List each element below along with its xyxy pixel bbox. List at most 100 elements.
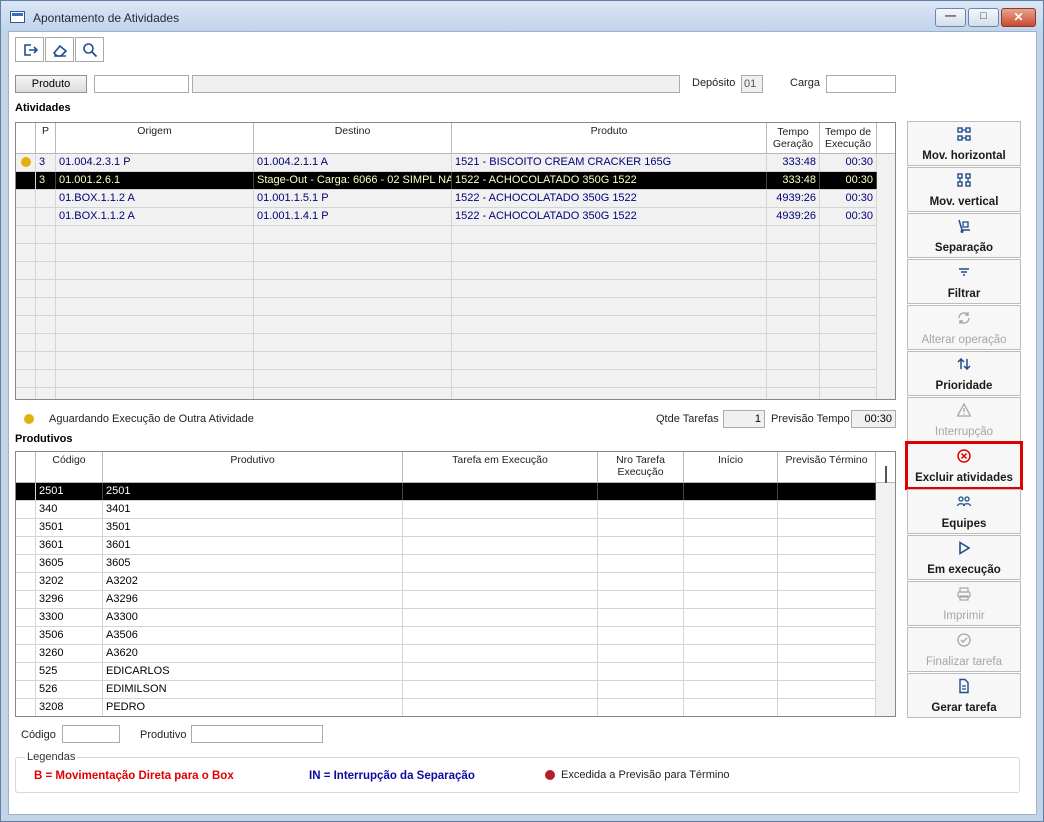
cell-tempo-geracao: 4939:26 [767, 190, 820, 207]
exit-icon [23, 43, 38, 56]
produtivo-row[interactable]: 3601 3601 [16, 537, 876, 555]
cell-p [36, 370, 56, 387]
atividades-title: Atividades [15, 102, 71, 114]
cell-produto: 1522 - ACHOCOLATADO 350G 1522 [452, 172, 767, 189]
filtrar-label: Filtrar [947, 288, 981, 300]
cell-produtivo: 3401 [103, 501, 403, 518]
filtrar-button[interactable]: Filtrar [907, 259, 1021, 304]
imprimir-button[interactable]: Imprimir [907, 581, 1021, 626]
produtivo-row[interactable]: 3501 3501 [16, 519, 876, 537]
cell-tempo-geracao: 333:48 [767, 154, 820, 171]
gerar-tarefa-button[interactable]: Gerar tarefa [907, 673, 1021, 718]
row-indicator [16, 537, 36, 554]
cell-destino [254, 352, 452, 369]
atividade-row[interactable]: 3 01.001.2.6.1 Stage-Out - Carga: 6066 - 0… [16, 172, 877, 190]
col-p[interactable]: P [36, 123, 56, 153]
atividade-row[interactable]: 3 01.004.2.3.1 P 01.004.2.1.1 A 1521 - BISC… [16, 154, 877, 172]
cell-codigo: 3501 [36, 519, 103, 536]
produtivo-row[interactable]: 525 EDICARLOS [16, 663, 876, 681]
separacao-button[interactable]: Separação [907, 213, 1021, 258]
search-button[interactable] [75, 37, 104, 62]
cell-tarefa-execucao [403, 573, 598, 590]
produtivo-row[interactable]: 340 3401 [16, 501, 876, 519]
col-produto[interactable]: Produto [452, 123, 767, 153]
maximize-button[interactable]: □ [968, 8, 999, 27]
produtivo-row[interactable]: 3506 A3506 [16, 627, 876, 645]
empty-row [16, 370, 877, 388]
produtivo-row[interactable]: 3605 3605 [16, 555, 876, 573]
col-nro-tarefa[interactable]: Nro Tarefa Execução [598, 452, 684, 482]
col-tempo-geracao[interactable]: Tempo Geração [767, 123, 820, 153]
cell-nro-tarefa [598, 699, 684, 716]
row-indicator [16, 501, 36, 518]
produtivo-row[interactable]: 3260 A3620 [16, 645, 876, 663]
cell-nro-tarefa [598, 663, 684, 680]
close-button[interactable]: ✕ [1001, 8, 1036, 27]
row-indicator [16, 645, 36, 662]
col-previsao-termino[interactable]: Previsão Término [778, 452, 876, 482]
em-execucao-button[interactable]: Em execução [907, 535, 1021, 580]
col-codigo[interactable]: Código [36, 452, 103, 482]
toolbar [15, 37, 105, 62]
cell-destino: Stage-Out - Carga: 6066 - 02 SIMPL NAO [254, 172, 452, 189]
cell-tempo-geracao: 4939:26 [767, 208, 820, 225]
row-indicator [16, 483, 36, 500]
cell-tarefa-execucao [403, 519, 598, 536]
cell-p [36, 208, 56, 225]
exit-button[interactable] [15, 37, 44, 62]
col-tempo-execucao[interactable]: Tempo de Execução [820, 123, 877, 153]
produto-code-input[interactable] [94, 75, 189, 93]
codigo-input[interactable] [62, 725, 120, 743]
empty-row [16, 316, 877, 334]
row-indicator [16, 208, 36, 225]
equipes-button[interactable]: Equipes [907, 489, 1021, 534]
atividade-row[interactable]: 01.BOX.1.1.2 A 01.001.1.5.1 P 1522 - ACHOC… [16, 190, 877, 208]
previsao-tempo-field: 00:30 [851, 410, 896, 428]
produtivo-row[interactable]: 3208 PEDRO [16, 699, 876, 716]
alterar-operacao-button[interactable]: Alterar operação [907, 305, 1021, 350]
produtivo-row[interactable]: 3296 A3296 [16, 591, 876, 609]
col-destino[interactable]: Destino [254, 123, 452, 153]
finalizar-tarefa-button[interactable]: Finalizar tarefa [907, 627, 1021, 672]
empty-row [16, 244, 877, 262]
produtivo-row[interactable]: 3300 A3300 [16, 609, 876, 627]
cell-nro-tarefa [598, 501, 684, 518]
col-origem[interactable]: Origem [56, 123, 254, 153]
prioridade-button[interactable]: Prioridade [907, 351, 1021, 396]
mov-vertical-button[interactable]: Mov. vertical [907, 167, 1021, 212]
client-area: Produto Depósito 01 Carga Atividades P O… [8, 31, 1037, 815]
excluir-atividades-label: Excluir atividades [915, 472, 1013, 484]
interrupcao-button[interactable]: Interrupção [907, 397, 1021, 442]
cell-destino [254, 334, 452, 351]
atividades-grid[interactable]: P Origem Destino Produto Tempo Geração T… [15, 122, 896, 400]
cell-codigo: 3202 [36, 573, 103, 590]
cell-inicio [684, 609, 778, 626]
carga-input[interactable] [826, 75, 896, 93]
legend-box-direct: B = Movimentação Direta para o Box [34, 770, 234, 782]
cell-produto [452, 298, 767, 315]
produtivo-row[interactable]: 2501 2501 [16, 483, 876, 501]
separacao-label: Separação [934, 242, 994, 254]
clear-button[interactable] [45, 37, 74, 62]
col-tarefa-execucao[interactable]: Tarefa em Execução [403, 452, 598, 482]
produtivos-grid[interactable]: Código Produtivo Tarefa em Execução Nro … [15, 451, 896, 717]
cell-tempo-execucao [820, 316, 877, 333]
atividade-row[interactable]: 01.BOX.1.1.2 A 01.001.1.4.1 P 1522 - ACHOC… [16, 208, 877, 226]
cell-destino [254, 388, 452, 399]
col-inicio[interactable]: Início [684, 452, 778, 482]
cell-tempo-execucao [820, 388, 877, 399]
cell-tarefa-execucao [403, 501, 598, 518]
cell-tarefa-execucao [403, 699, 598, 716]
produto-button[interactable]: Produto [15, 75, 87, 93]
produtivo-input[interactable] [191, 725, 323, 743]
previsao-tempo-label: Previsão Tempo [771, 413, 850, 425]
col-indicator [16, 123, 36, 153]
produtivo-row[interactable]: 3202 A3202 [16, 573, 876, 591]
produtivo-row[interactable]: 526 EDIMILSON [16, 681, 876, 699]
excluir-atividades-button[interactable]: Excluir atividades [905, 441, 1023, 490]
cell-destino [254, 370, 452, 387]
mov-horizontal-button[interactable]: Mov. horizontal [907, 121, 1021, 166]
produtivos-title: Produtivos [15, 433, 73, 445]
minimize-button[interactable]: — [935, 8, 966, 27]
col-produtivo[interactable]: Produtivo [103, 452, 403, 482]
